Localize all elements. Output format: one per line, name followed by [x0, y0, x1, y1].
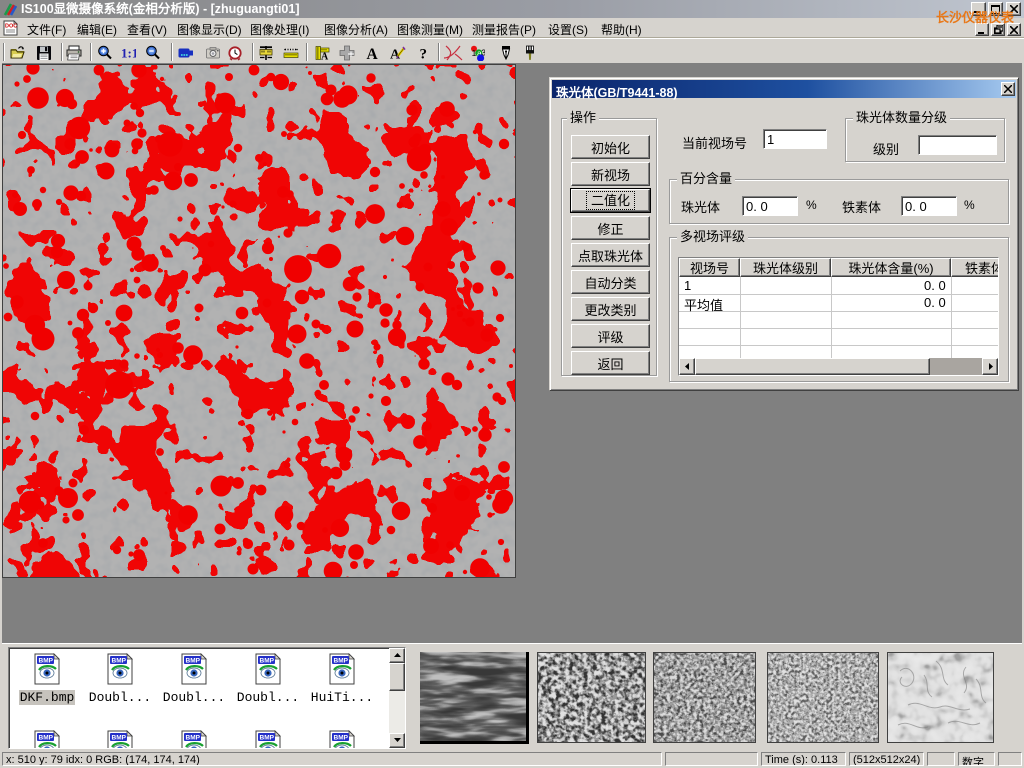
svg-text:BMP: BMP: [334, 658, 349, 665]
svg-text:BMP: BMP: [334, 735, 349, 742]
svg-text:1:1: 1:1: [121, 46, 136, 61]
svg-text:BMP: BMP: [112, 658, 127, 665]
svg-text:A: A: [321, 52, 329, 62]
svg-text:BMP: BMP: [39, 658, 54, 665]
svg-text:BMP: BMP: [260, 735, 275, 742]
svg-text:BMP: BMP: [112, 735, 127, 742]
svg-text:BMP: BMP: [39, 735, 54, 742]
svg-text:?: ?: [420, 47, 428, 62]
svg-text:A: A: [367, 46, 379, 61]
svg-text:BMP: BMP: [186, 735, 201, 742]
svg-text:BMP: BMP: [186, 658, 201, 665]
svg-text:BMP: BMP: [260, 658, 275, 665]
svg-text:DOC: DOC: [5, 24, 17, 30]
